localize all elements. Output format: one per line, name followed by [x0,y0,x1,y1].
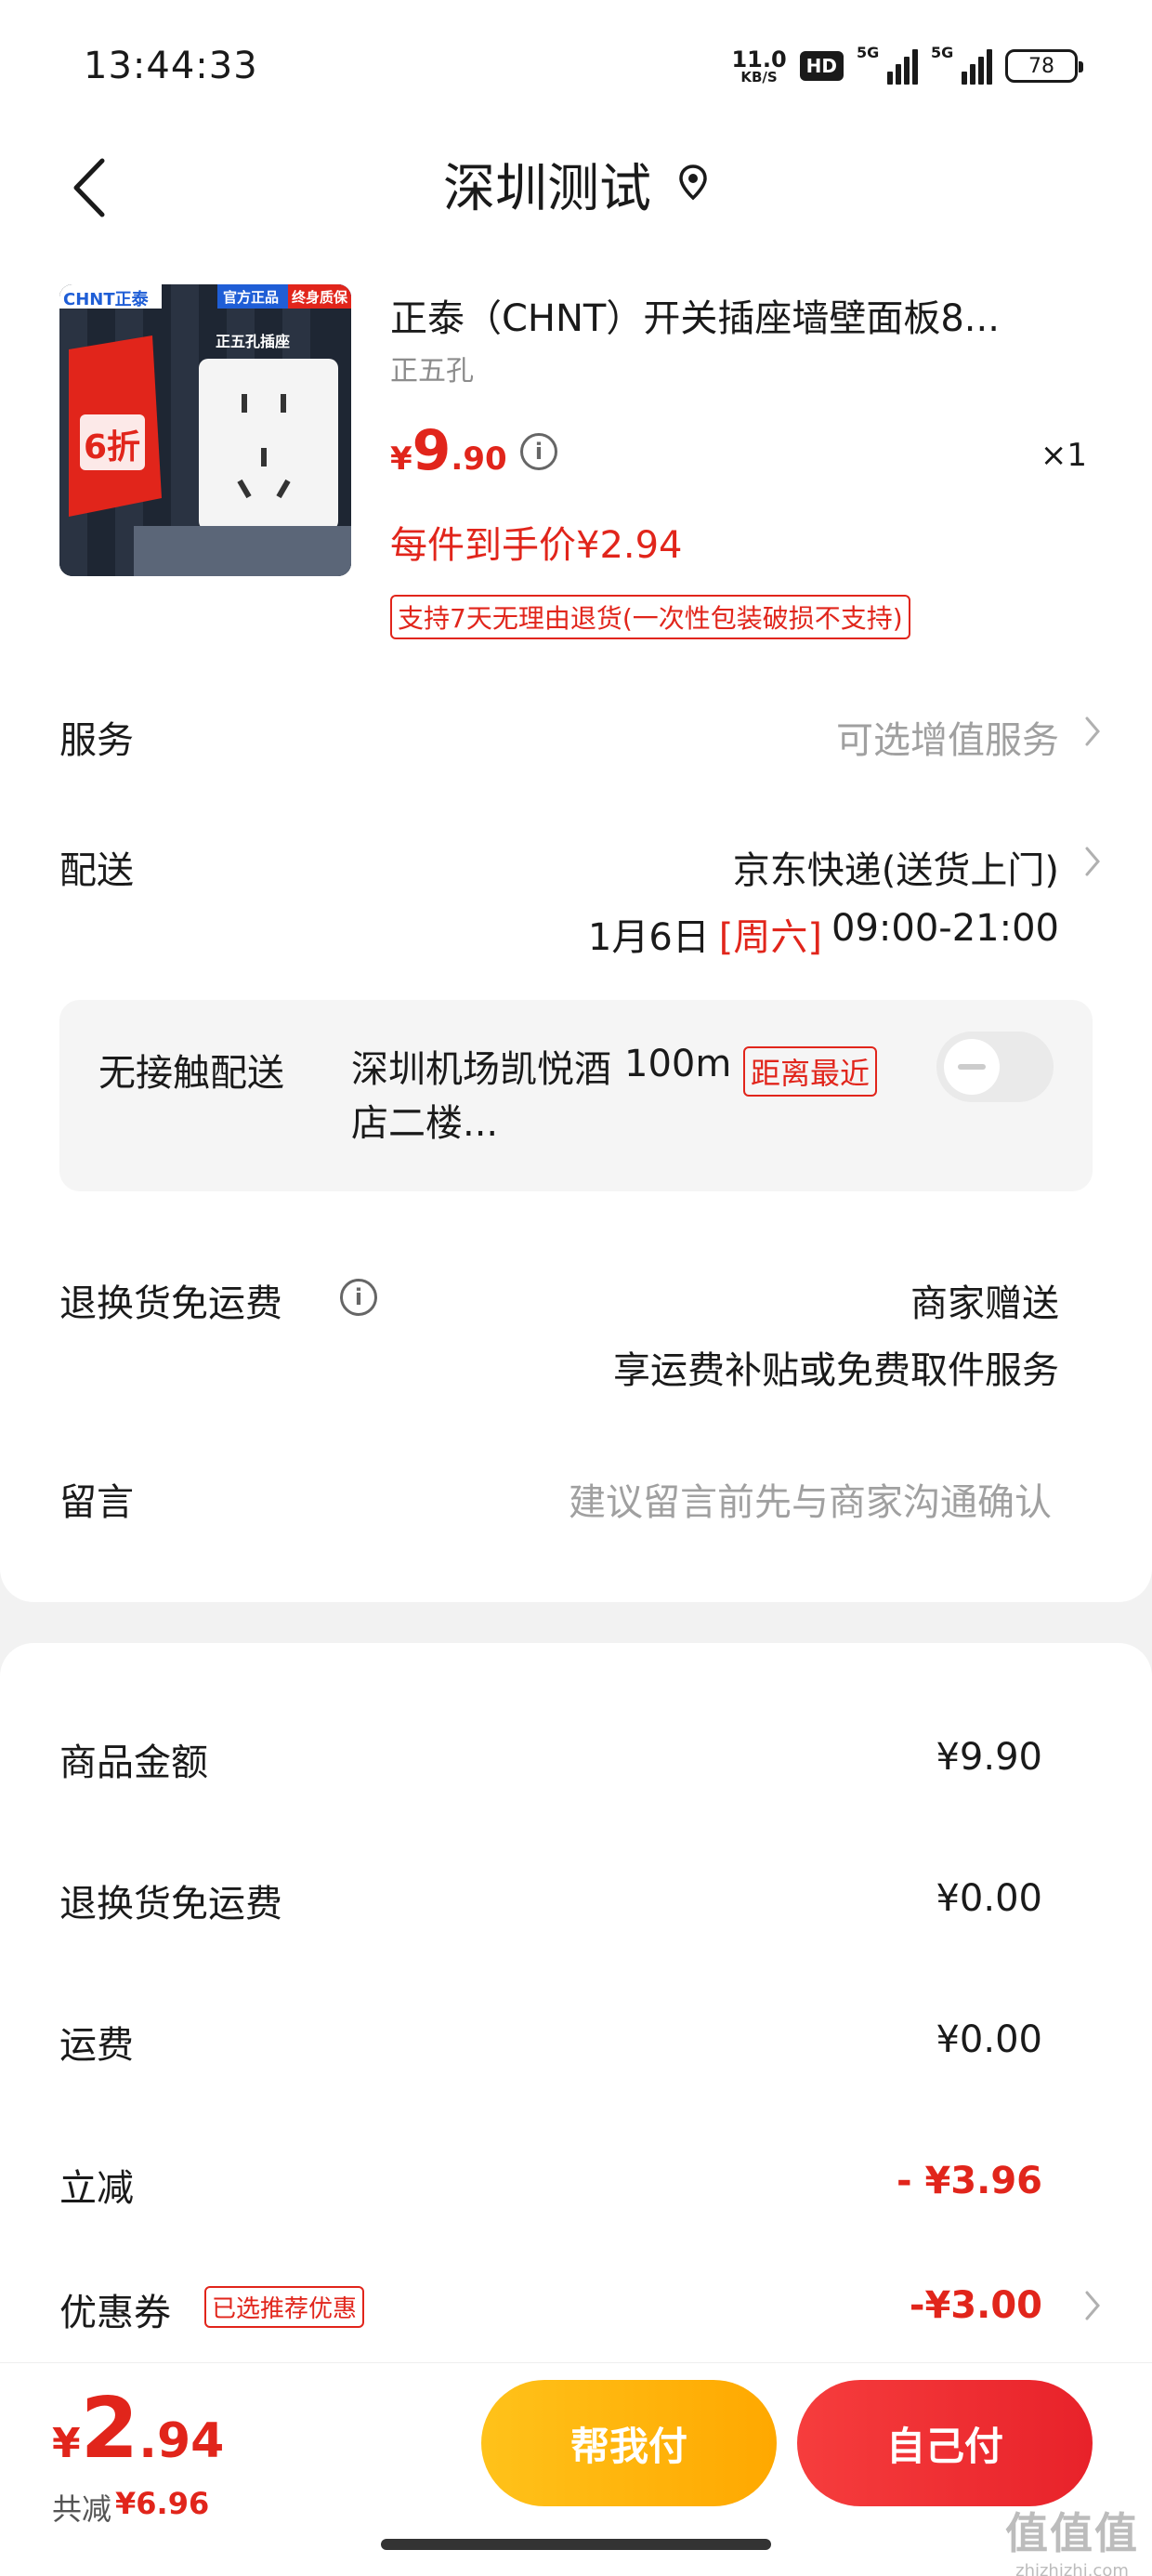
message-input[interactable]: 建议留言前先与商家沟通确认 [569,1472,1052,1526]
service-value[interactable]: 可选增值服务 [836,710,1059,764]
battery-icon: 78 [1005,49,1083,83]
nearest-tag: 距离最近 [743,1046,878,1097]
delivery-method[interactable]: 京东快递(送货上门) [733,840,1059,894]
saved-amount: ¥6.96 [115,2486,210,2521]
header: 深圳测试 [0,130,1152,251]
signal-label-2: 5G [931,44,954,61]
total-currency: ¥ [52,2420,81,2467]
home-indicator[interactable] [381,2539,771,2550]
price-currency: ¥ [390,440,412,478]
return-fee-label: 退换货免运费 [59,1883,282,1925]
total-integer: 2 [80,2380,139,2477]
total-price: ¥ 2 .94 [52,2380,224,2477]
order-confirm-page: 13:44:33 11.0 KB/S HD 5G 5G 78 深圳测试 CHNT… [0,0,1152,2576]
return-shipping-info-icon[interactable]: i [340,1279,377,1316]
help-pay-button[interactable]: 帮我付 [481,2380,777,2506]
net-speed-value: 11.0 [731,46,787,72]
page-title: 深圳测试 [443,158,651,219]
net-speed: 11.0 KB/S [731,48,786,85]
message-label: 留言 [59,1481,134,1524]
delivery-weekday: [周六] [718,916,823,959]
price-decimal: .90 [451,440,507,478]
image-badge-1: 官方正品 [223,289,280,306]
location-pin-icon [677,164,709,204]
shipping-fee-label: 运费 [59,2024,134,2067]
return-shipping-desc: 享运费补贴或免费取件服务 [613,1349,1059,1392]
product-quantity: ×1 [1040,437,1087,474]
goods-amount-label: 商品金额 [59,1741,208,1784]
discount-label: 立减 [59,2167,134,2210]
title-wrap[interactable]: 深圳测试 [0,147,1152,221]
saved-label: 共减 [52,2491,112,2527]
product-sku: 正五孔 [390,355,474,388]
contactless-delivery: 无接触配送 深圳机场凯悦酒店二楼... 100m 距离最近 [59,1000,1093,1191]
image-badge-2: 终身质保 [292,289,348,306]
price-integer: 9 [412,418,452,483]
status-icons: 11.0 KB/S HD 5G 5G 78 [731,41,1083,91]
goods-amount-value: ¥9.90 [936,1736,1042,1779]
contactless-address: 深圳机场凯悦酒店二楼... [351,1048,611,1145]
product-image[interactable]: CHNT正泰 官方正品 终身质保 正五孔插座 6折 [59,284,351,576]
coupon-tag: 已选推荐优惠 [204,2286,365,2328]
delivery-time[interactable]: 1月6日 [周六] 09:00-21:00 [588,907,1059,961]
chevron-right-icon[interactable] [1083,716,1102,747]
return-shipping-label: 退换货免运费 [59,1282,282,1325]
return-shipping-value: 商家赠送 [910,1282,1059,1325]
image-caption: 正五孔插座 [216,333,291,350]
discount-value: - ¥3.96 [896,2160,1042,2202]
contactless-label: 无接触配送 [98,1052,284,1095]
product-title[interactable]: 正泰（CHNT）开关插座墙壁面板8... [390,288,1096,342]
service-label: 服务 [59,719,134,762]
order-card: CHNT正泰 官方正品 终身质保 正五孔插座 6折 正泰（CHNT）开关插座墙壁… [0,251,1152,1602]
total-saved: 共减 ¥6.96 [52,2486,209,2529]
delivery-label: 配送 [59,849,134,892]
image-brand: CHNT正泰 [63,290,149,309]
contactless-toggle[interactable] [936,1032,1054,1102]
watermark: 值值值 zhizhizhi.com [1005,2500,1139,2576]
total-decimal: .94 [138,2413,225,2469]
shipping-fee-value: ¥0.00 [936,2018,1042,2061]
net-speed-unit: KB/S [740,68,778,85]
watermark-main: 值值值 [1005,2508,1139,2558]
contactless-distance: 100m [624,1043,732,1085]
chevron-right-icon[interactable] [1083,846,1102,877]
per-unit-price: 每件到手价¥2.94 [390,524,683,567]
status-bar: 13:44:33 11.0 KB/S HD 5G 5G 78 [0,0,1152,130]
watermark-sub: zhizhizhi.com [1015,2561,1129,2576]
return-fee-value: ¥0.00 [936,1877,1042,1920]
coupon-value[interactable]: -¥3.00 [910,2284,1042,2327]
battery-level: 78 [1028,54,1054,78]
product-price: ¥ 9 .90 [390,418,507,483]
delivery-window: 09:00-21:00 [831,907,1059,950]
signal-label: 5G [857,44,880,61]
price-info-icon[interactable]: i [520,433,557,470]
self-pay-button[interactable]: 自己付 [797,2380,1093,2506]
coupon-label: 优惠券 [59,2292,171,2334]
signal-icon-2: 5G [931,44,992,85]
image-promo: 6折 [84,428,141,467]
delivery-date: 1月6日 [587,916,710,959]
toggle-knob [944,1039,1000,1095]
chevron-right-icon[interactable] [1083,2290,1102,2321]
return-policy-tag: 支持7天无理由退货(一次性包装破损不支持) [390,595,910,639]
status-time: 13:44:33 [84,45,258,87]
hd-icon: HD [799,51,844,81]
signal-icon: 5G [857,44,918,85]
